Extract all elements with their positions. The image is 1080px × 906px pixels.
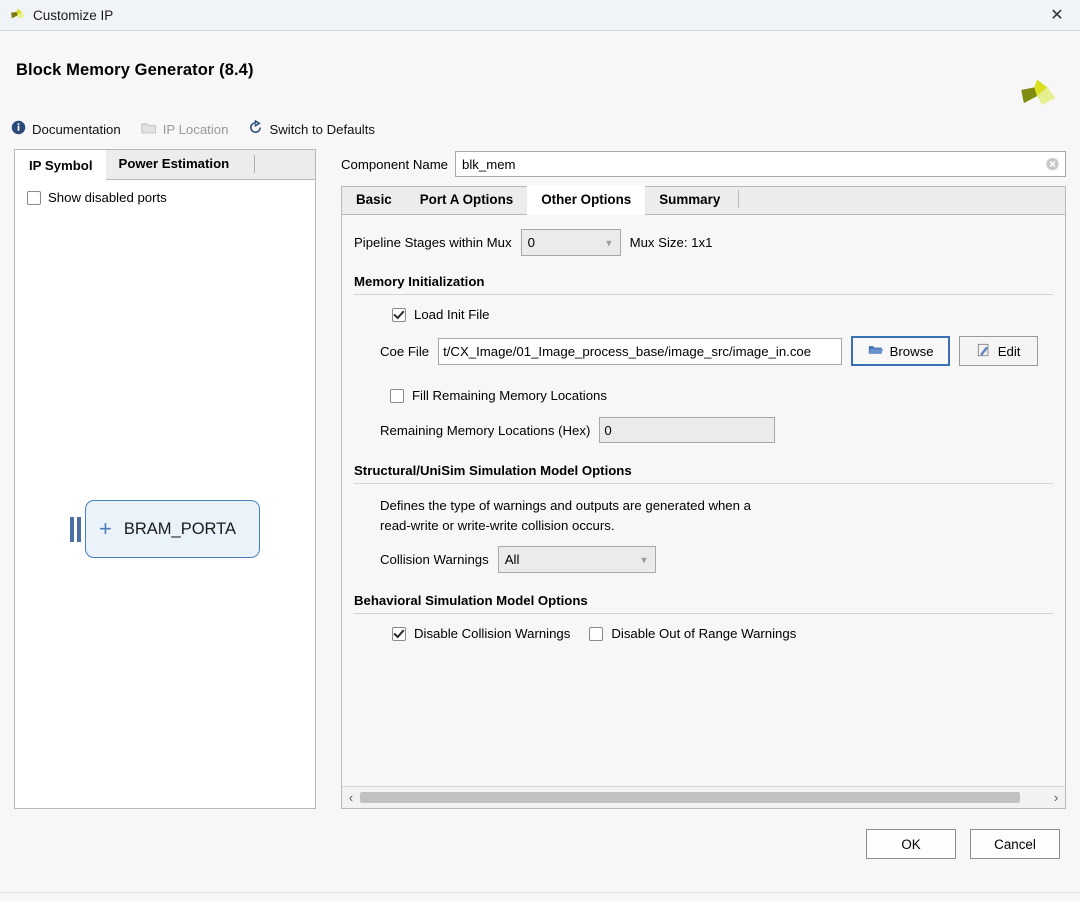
xilinx-logo-icon <box>9 7 26 24</box>
bram-symbol: + BRAM_PORTA <box>15 500 315 558</box>
fill-remaining-checkbox[interactable] <box>390 388 404 403</box>
coe-file-input[interactable] <box>438 337 843 365</box>
browse-button[interactable]: Browse <box>851 336 951 366</box>
mux-size-text: Mux Size: 1x1 <box>629 235 713 250</box>
tab-summary[interactable]: Summary <box>645 185 734 214</box>
footer-divider <box>0 892 1080 893</box>
bram-porta-label: BRAM_PORTA <box>123 519 237 538</box>
disable-out-of-range-warnings-checkbox[interactable] <box>589 626 604 641</box>
fill-remaining-label: Fill Remaining Memory Locations <box>412 388 607 403</box>
component-name-field[interactable] <box>455 151 1066 177</box>
component-name-label: Component Name <box>341 156 449 172</box>
section-divider <box>354 294 1053 295</box>
remaining-hex-label: Remaining Memory Locations (Hex) <box>380 422 591 438</box>
pencil-edit-icon <box>977 343 991 360</box>
pipeline-stages-select[interactable]: 0 ▾ <box>520 229 621 256</box>
collision-warnings-label: Collision Warnings <box>380 552 489 567</box>
info-icon <box>11 120 26 138</box>
options-tab-separator <box>738 190 740 208</box>
memory-initialization-title: Memory Initialization <box>354 274 485 289</box>
pipeline-stages-value: 0 <box>527 235 535 250</box>
pipeline-stages-label: Pipeline Stages within Mux <box>354 235 512 250</box>
collision-warnings-row: Collision Warnings All ▾ <box>380 546 1053 573</box>
show-disabled-ports-row[interactable]: Show disabled ports <box>15 180 315 205</box>
collision-warnings-value: All <box>504 552 520 567</box>
structural-description-line1: Defines the type of warnings and outputs… <box>380 498 751 513</box>
section-divider <box>354 483 1053 484</box>
folder-open-icon <box>868 343 883 359</box>
fill-remaining-row[interactable]: Fill Remaining Memory Locations <box>390 388 1053 403</box>
disable-out-of-range-warnings-row[interactable]: Disable Out of Range Warnings <box>589 626 796 641</box>
component-name-input[interactable] <box>456 152 1065 176</box>
tab-ip-symbol[interactable]: IP Symbol <box>15 150 106 180</box>
ip-symbol-panel: IP Symbol Power Estimation Show disabled… <box>14 149 316 809</box>
behavioral-title: Behavioral Simulation Model Options <box>354 593 588 608</box>
bram-porta-block[interactable]: + BRAM_PORTA <box>85 500 260 558</box>
remaining-hex-input[interactable] <box>599 417 776 443</box>
expand-plus-icon[interactable]: + <box>99 518 112 540</box>
scrollbar-thumb[interactable] <box>360 792 1020 803</box>
left-panel-tabbar: IP Symbol Power Estimation <box>15 150 315 180</box>
toolbar: Documentation IP Location Switch to Defa… <box>0 109 1080 149</box>
chevron-down-icon: ▾ <box>606 237 612 249</box>
tab-power-estimation[interactable]: Power Estimation <box>106 149 243 179</box>
pipeline-stages-row: Pipeline Stages within Mux 0 ▾ Mux Size:… <box>354 229 1053 256</box>
disable-collision-warnings-checkbox[interactable] <box>392 626 406 641</box>
ip-symbol-content: Show disabled ports + BRAM_PORTA <box>15 180 315 808</box>
disable-collision-warnings-label: Disable Collision Warnings <box>414 626 571 641</box>
refresh-icon <box>248 119 263 138</box>
coe-file-row: Coe File Browse <box>380 336 1053 366</box>
scroll-right-icon[interactable]: › <box>1047 790 1065 805</box>
scroll-left-icon[interactable]: ‹ <box>342 790 360 805</box>
clear-circle-icon[interactable] <box>1045 157 1060 172</box>
load-init-file-checkbox[interactable] <box>392 307 406 322</box>
behavioral-checks-row: Disable Collision Warnings Disable Out o… <box>392 626 1053 641</box>
disable-collision-warnings-row[interactable]: Disable Collision Warnings <box>392 626 570 641</box>
dialog-footer: OK Cancel <box>0 809 1080 901</box>
disable-out-of-range-warnings-label: Disable Out of Range Warnings <box>611 626 797 641</box>
remaining-hex-row: Remaining Memory Locations (Hex) <box>380 417 1053 443</box>
options-tabbar: Basic Port A Options Other Options Summa… <box>341 185 1066 215</box>
show-disabled-ports-checkbox[interactable] <box>27 190 41 205</box>
ip-location-label: IP Location <box>162 121 229 137</box>
window-title: Customize IP <box>33 7 114 23</box>
dialog-body: IP Symbol Power Estimation Show disabled… <box>0 149 1080 809</box>
folder-icon <box>141 121 157 138</box>
ok-button[interactable]: OK <box>866 829 956 859</box>
structural-description-line2: read-write or write-write collision occu… <box>380 518 615 533</box>
tab-basic[interactable]: Basic <box>342 185 406 214</box>
collision-warnings-select[interactable]: All ▾ <box>497 546 656 573</box>
tab-port-a-options[interactable]: Port A Options <box>406 185 527 214</box>
window-titlebar: Customize IP ✕ <box>0 0 1080 31</box>
switch-to-defaults-button[interactable]: Switch to Defaults <box>248 119 375 138</box>
component-name-row: Component Name <box>341 149 1066 179</box>
tab-other-options[interactable]: Other Options <box>527 185 646 215</box>
scrollbar-track[interactable] <box>360 787 1047 809</box>
port-bars-icon <box>70 516 81 542</box>
horizontal-scrollbar[interactable]: ‹ › <box>342 786 1065 808</box>
dialog-footer-wrap: OK Cancel <box>0 809 1080 901</box>
edit-label: Edit <box>997 343 1021 359</box>
switch-to-defaults-label: Switch to Defaults <box>269 121 375 137</box>
close-icon[interactable]: ✕ <box>1034 0 1080 30</box>
other-options-content: Pipeline Stages within Mux 0 ▾ Mux Size:… <box>341 215 1066 809</box>
structural-unisim-title: Structural/UniSim Simulation Model Optio… <box>354 463 632 478</box>
page-title: Block Memory Generator (8.4) <box>16 60 254 79</box>
chevron-down-icon: ▾ <box>641 554 647 566</box>
coe-file-label: Coe File <box>380 343 430 359</box>
xilinx-brand-logo-icon <box>1016 76 1058 118</box>
cancel-button[interactable]: Cancel <box>970 829 1060 859</box>
documentation-button[interactable]: Documentation <box>11 120 121 138</box>
load-init-file-row[interactable]: Load Init File <box>392 307 1053 322</box>
browse-label: Browse <box>889 343 934 359</box>
tab-separator <box>254 155 256 173</box>
options-panel: Component Name Basic Port A Options Othe… <box>341 149 1066 809</box>
dialog-header: Block Memory Generator (8.4) <box>0 31 1080 109</box>
load-init-file-label: Load Init File <box>414 307 490 322</box>
show-disabled-ports-label: Show disabled ports <box>48 190 167 205</box>
section-divider <box>354 613 1053 614</box>
edit-button[interactable]: Edit <box>959 336 1039 366</box>
documentation-label: Documentation <box>32 121 121 137</box>
ip-location-button[interactable]: IP Location <box>141 121 229 138</box>
